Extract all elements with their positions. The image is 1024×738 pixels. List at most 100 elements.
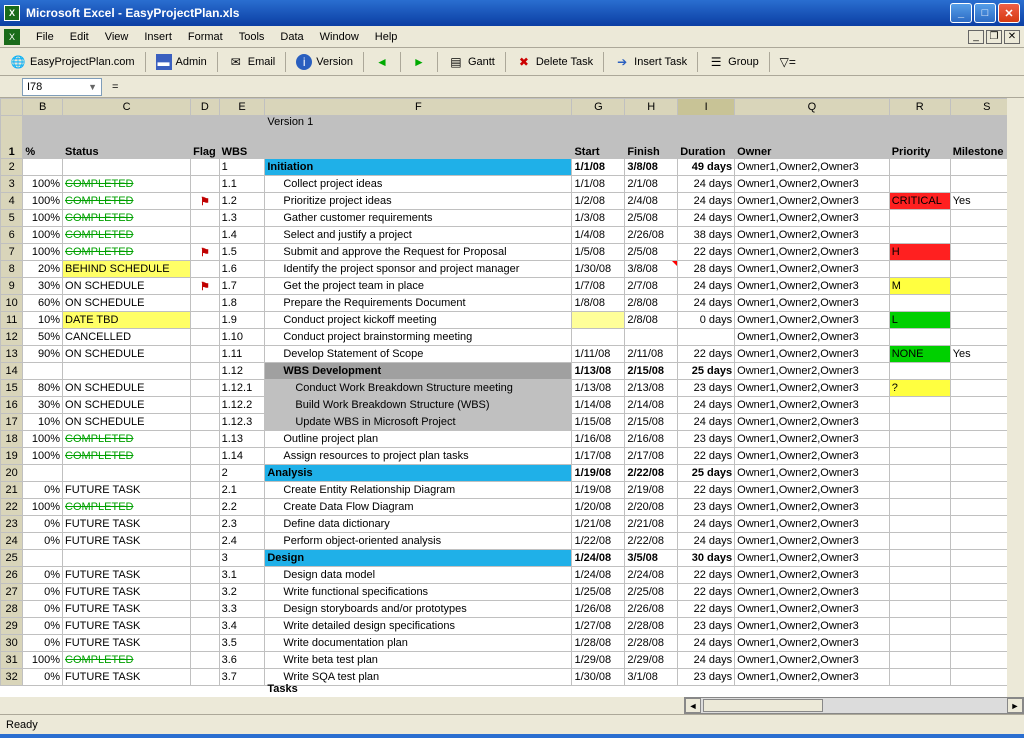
cell[interactable] [889,465,950,482]
cell[interactable]: 1/14/08 [572,397,625,414]
cell[interactable]: Write beta test plan [265,652,572,669]
cell[interactable]: Owner1,Owner2,Owner3 [735,550,890,567]
cell[interactable]: FUTURE TASK [63,584,191,601]
table-row[interactable]: 320%FUTURE TASK3.7Write SQA test plan1/3… [1,669,1024,686]
cell[interactable]: 1/22/08 [572,533,625,550]
table-row[interactable]: 1060%ON SCHEDULE1.8Prepare the Requireme… [1,295,1024,312]
cell[interactable]: 2/25/08 [625,584,678,601]
cell[interactable]: Owner1,Owner2,Owner3 [735,448,890,465]
cell[interactable]: 1.6 [219,261,265,278]
cell[interactable] [191,635,219,652]
name-box[interactable]: I78 ▼ [22,78,102,96]
table-row[interactable]: 4100%COMPLETED⚑1.2Prioritize project ide… [1,193,1024,210]
cell[interactable]: 2/8/08 [625,312,678,329]
cell[interactable]: COMPLETED [63,244,191,261]
cell[interactable]: Owner1,Owner2,Owner3 [735,380,890,397]
cell[interactable] [191,380,219,397]
cell[interactable]: Develop Statement of Scope [265,346,572,363]
cell[interactable] [889,159,950,176]
cell[interactable]: 25 days [678,363,735,380]
cell[interactable]: WBS Development [265,363,572,380]
cell[interactable]: Owner1,Owner2,Owner3 [735,227,890,244]
cell[interactable]: 2/22/08 [625,465,678,482]
cell[interactable]: 2/8/08 [625,295,678,312]
cell[interactable]: 0% [23,601,63,618]
cell[interactable]: 24 days [678,295,735,312]
menu-data[interactable]: Data [272,29,311,45]
cell[interactable] [191,669,219,686]
forward-button[interactable]: ► [405,51,433,73]
cell[interactable]: 3/1/08 [625,669,678,686]
cell[interactable] [889,516,950,533]
row-header[interactable]: 16 [1,397,23,414]
cell[interactable]: Conduct project brainstorming meeting [265,329,572,346]
cell[interactable]: 38 days [678,227,735,244]
cell[interactable]: Prioritize project ideas [265,193,572,210]
row-header[interactable]: 12 [1,329,23,346]
cell[interactable]: 90% [23,346,63,363]
cell[interactable]: 3 [219,550,265,567]
cell[interactable] [889,431,950,448]
cell[interactable]: COMPLETED [63,193,191,210]
cell[interactable]: Design [265,550,572,567]
email-button[interactable]: ✉ Email [222,51,282,73]
cell[interactable]: 2/22/08 [625,533,678,550]
cell[interactable]: Owner1,Owner2,Owner3 [735,346,890,363]
cell[interactable]: Design data model [265,567,572,584]
cell[interactable]: Owner1,Owner2,Owner3 [735,193,890,210]
cell[interactable]: 3.6 [219,652,265,669]
delete-task-button[interactable]: ✖ Delete Task [510,51,599,73]
cell[interactable]: 24 days [678,176,735,193]
col-header-B[interactable]: B [23,99,63,116]
row-header[interactable]: 5 [1,210,23,227]
cell[interactable]: Owner1,Owner2,Owner3 [735,618,890,635]
cell[interactable]: 0 days [678,312,735,329]
table-row[interactable]: 1710%ON SCHEDULE1.12.3Update WBS in Micr… [1,414,1024,431]
cell[interactable]: 1/13/08 [572,380,625,397]
cell[interactable]: 24 days [678,278,735,295]
doc-close-button[interactable]: ✕ [1004,30,1020,44]
cell[interactable]: 10% [23,312,63,329]
row-header[interactable]: 14 [1,363,23,380]
cell[interactable]: DATE TBD [63,312,191,329]
cell[interactable]: 2.1 [219,482,265,499]
cell[interactable]: 1/13/08 [572,363,625,380]
cell[interactable] [889,567,950,584]
cell[interactable]: 30 days [678,550,735,567]
table-row[interactable]: 7100%COMPLETED⚑1.5Submit and approve the… [1,244,1024,261]
header-duration[interactable]: Duration [678,116,735,159]
cell[interactable] [191,363,219,380]
horizontal-scrollbar[interactable]: ◄ ► [684,697,1024,714]
cell[interactable]: 1/15/08 [572,414,625,431]
version-button[interactable]: i Version [290,51,359,73]
cell[interactable]: 0% [23,482,63,499]
cell[interactable] [191,516,219,533]
cell[interactable] [191,227,219,244]
cell[interactable]: 2/26/08 [625,227,678,244]
cell[interactable]: 100% [23,652,63,669]
table-row[interactable]: 1250%CANCELLED1.10Conduct project brains… [1,329,1024,346]
cell[interactable]: 24 days [678,635,735,652]
row-header[interactable]: 22 [1,499,23,516]
cell[interactable]: 80% [23,380,63,397]
row-header[interactable]: 8 [1,261,23,278]
cell[interactable]: 22 days [678,601,735,618]
cell[interactable]: 30% [23,278,63,295]
cell[interactable] [889,584,950,601]
cell[interactable]: Owner1,Owner2,Owner3 [735,295,890,312]
cell[interactable]: 2/26/08 [625,601,678,618]
header-pct[interactable]: % [23,116,63,159]
cell[interactable]: 2/13/08 [625,380,678,397]
row-header[interactable]: 31 [1,652,23,669]
cell[interactable]: COMPLETED [63,448,191,465]
col-header-H[interactable]: H [625,99,678,116]
cell[interactable] [191,550,219,567]
cell[interactable]: 1.8 [219,295,265,312]
cell[interactable]: 49 days [678,159,735,176]
cell[interactable] [191,601,219,618]
table-row[interactable]: 270%FUTURE TASK3.2Write functional speci… [1,584,1024,601]
cell[interactable] [572,312,625,329]
table-row[interactable]: 930%ON SCHEDULE⚑1.7Get the project team … [1,278,1024,295]
cell[interactable]: 2/1/08 [625,176,678,193]
col-header-R[interactable]: R [889,99,950,116]
